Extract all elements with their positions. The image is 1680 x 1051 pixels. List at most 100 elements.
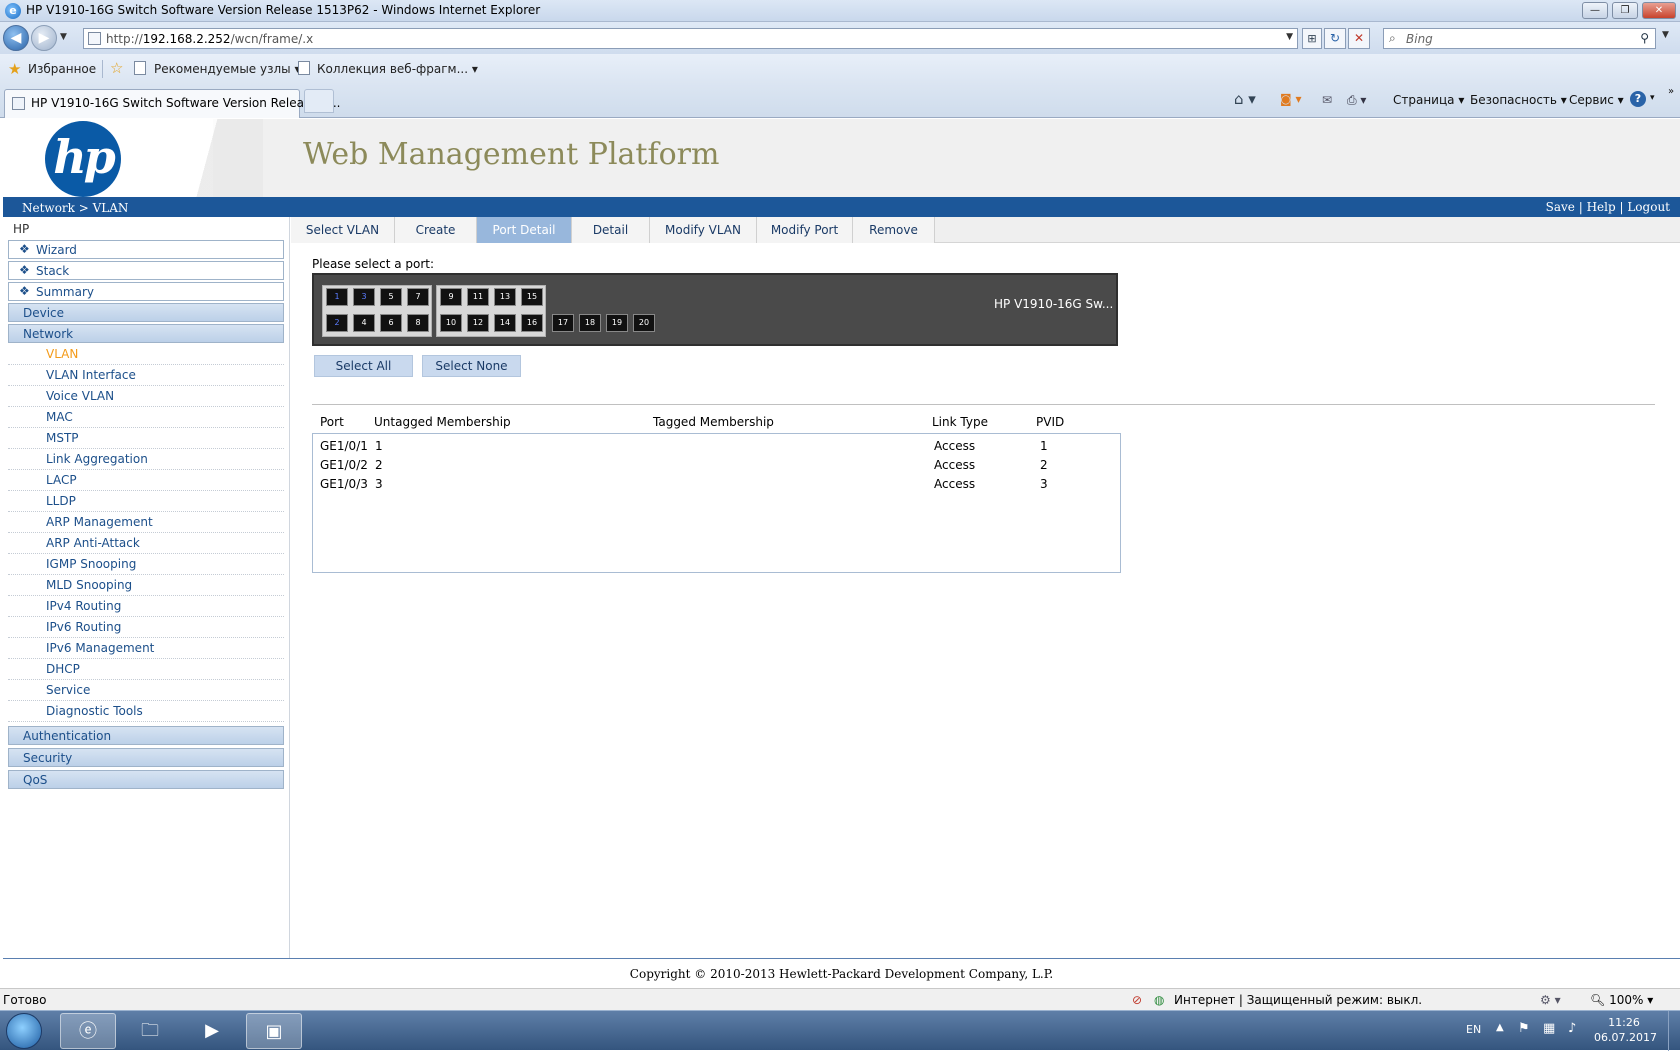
sidebar-item-stack[interactable]: ❖ Stack	[8, 261, 284, 280]
sidebar-item-lldp[interactable]: LLDP	[8, 491, 284, 512]
sidebar-item-lacp[interactable]: LACP	[8, 470, 284, 491]
page-menu[interactable]: Страница ▾	[1393, 93, 1464, 107]
sidebar-item-summary[interactable]: ❖ Summary	[8, 282, 284, 301]
sidebar-category-device[interactable]: Device	[8, 303, 284, 322]
taskbar-media-icon[interactable]: ▶	[184, 1013, 240, 1049]
compatibility-icon[interactable]: ⊞	[1302, 28, 1322, 49]
search-icon[interactable]: ⚲	[1640, 31, 1649, 45]
action-center-icon[interactable]: ⚑	[1518, 1021, 1530, 1036]
mail-icon[interactable]: ✉	[1322, 93, 1332, 107]
port-button[interactable]: 15	[521, 288, 543, 306]
tools-menu[interactable]: Сервис ▾	[1569, 93, 1624, 107]
chevron-icon[interactable]: »	[1668, 86, 1674, 97]
search-options-icon[interactable]: ▼	[1662, 30, 1669, 40]
port-button[interactable]: 8	[407, 314, 429, 332]
add-favorites-icon[interactable]: ☆	[110, 59, 123, 77]
select-all-button[interactable]: Select All	[314, 355, 413, 377]
fav-link-gallery[interactable]: Коллекция веб-фрагм... ▾	[317, 62, 478, 76]
network-icon[interactable]: ▦	[1543, 1021, 1555, 1036]
security-zone[interactable]: Интернет | Защищенный режим: выкл.	[1174, 993, 1422, 1007]
sidebar-category-network[interactable]: Network	[8, 324, 284, 343]
taskbar-app-icon[interactable]: ▣	[246, 1013, 302, 1049]
port-button[interactable]: 13	[494, 288, 516, 306]
sidebar-item-ipv4-routing[interactable]: IPv4 Routing	[8, 596, 284, 617]
port-button[interactable]: 7	[407, 288, 429, 306]
sidebar-item-igmp-snooping[interactable]: IGMP Snooping	[8, 554, 284, 575]
sidebar-item-ipv6-routing[interactable]: IPv6 Routing	[8, 617, 284, 638]
port-button[interactable]: 1	[326, 288, 348, 306]
status-tools-icon[interactable]: ⚙ ▾	[1540, 993, 1561, 1007]
tab-modify-vlan[interactable]: Modify VLAN	[650, 217, 757, 243]
tab-modify-port[interactable]: Modify Port	[757, 217, 853, 243]
refresh-icon[interactable]: ↻	[1324, 28, 1346, 49]
sidebar-item-dhcp[interactable]: DHCP	[8, 659, 284, 680]
sidebar-item-mac[interactable]: MAC	[8, 407, 284, 428]
sidebar-item-arp-anti-attack[interactable]: ARP Anti-Attack	[8, 533, 284, 554]
show-desktop-button[interactable]	[1668, 1011, 1680, 1051]
address-dropdown-icon[interactable]: ▼	[1286, 32, 1293, 42]
sidebar-item-mstp[interactable]: MSTP	[8, 428, 284, 449]
sidebar-item-voice-vlan[interactable]: Voice VLAN	[8, 386, 284, 407]
home-icon[interactable]: ⌂ ▾	[1234, 90, 1256, 108]
language-indicator[interactable]: EN	[1466, 1023, 1481, 1036]
close-button[interactable]: ✕	[1642, 2, 1676, 19]
port-button[interactable]: 5	[380, 288, 402, 306]
sidebar-item-vlan[interactable]: VLAN	[8, 344, 284, 365]
security-menu[interactable]: Безопасность ▾	[1470, 93, 1567, 107]
port-button[interactable]: 4	[353, 314, 375, 332]
port-button[interactable]: 12	[467, 314, 489, 332]
zoom-control[interactable]: 🔍︎ 100% ▾	[1590, 993, 1653, 1007]
start-button[interactable]	[6, 1013, 42, 1049]
sidebar-item-link-aggregation[interactable]: Link Aggregation	[8, 449, 284, 470]
popup-blocked-icon[interactable]: ⊘	[1132, 993, 1142, 1007]
sidebar-item-service[interactable]: Service	[8, 680, 284, 701]
back-button[interactable]: ◀	[3, 25, 29, 51]
help-icon[interactable]: ?	[1630, 91, 1646, 107]
sidebar-category-authentication[interactable]: Authentication	[8, 726, 284, 745]
address-bar[interactable]: http://192.168.2.252/wcn/frame/.x ▼	[83, 28, 1298, 49]
port-button[interactable]: 14	[494, 314, 516, 332]
port-button[interactable]: 3	[353, 288, 375, 306]
print-icon[interactable]: ⎙ ▾	[1347, 93, 1366, 108]
select-none-button[interactable]: Select None	[422, 355, 521, 377]
tab-port-detail[interactable]: Port Detail	[477, 217, 572, 243]
minimize-button[interactable]: —	[1582, 2, 1608, 19]
tab-create[interactable]: Create	[395, 217, 477, 243]
tab-remove[interactable]: Remove	[853, 217, 935, 243]
maximize-button[interactable]: ❐	[1612, 2, 1638, 19]
sidebar-category-security[interactable]: Security	[8, 748, 284, 767]
sidebar-item-arp-management[interactable]: ARP Management	[8, 512, 284, 533]
help-dropdown-icon[interactable]: ▾	[1650, 93, 1655, 103]
port-button[interactable]: 10	[440, 314, 462, 332]
taskbar-ie-icon[interactable]: ⓔ	[60, 1013, 116, 1049]
taskbar-explorer-icon[interactable]: 🗀	[122, 1013, 178, 1049]
tab-select-vlan[interactable]: Select VLAN	[291, 217, 395, 243]
port-button[interactable]: 2	[326, 314, 348, 332]
sidebar-item-ipv6-management[interactable]: IPv6 Management	[8, 638, 284, 659]
sidebar-item-diagnostic-tools[interactable]: Diagnostic Tools	[8, 701, 284, 722]
header-links[interactable]: Save | Help | Logout	[1546, 200, 1670, 214]
volume-icon[interactable]: ♪	[1568, 1021, 1576, 1036]
recent-pages-icon[interactable]: ▼	[60, 32, 67, 42]
feeds-icon[interactable]: ◙ ▾	[1280, 92, 1301, 106]
favorites-button[interactable]: Избранное	[28, 62, 96, 76]
forward-button[interactable]: ▶	[31, 25, 57, 51]
port-button[interactable]: 9	[440, 288, 462, 306]
clock[interactable]: 11:26 06.07.2017	[1594, 1015, 1657, 1045]
port-button-sfp[interactable]: 20	[633, 314, 655, 332]
sidebar-item-vlan-interface[interactable]: VLAN Interface	[8, 365, 284, 386]
sidebar-category-qos[interactable]: QoS	[8, 770, 284, 789]
fav-link-suggested[interactable]: Рекомендуемые узлы ▾	[154, 62, 300, 76]
port-button-sfp[interactable]: 18	[579, 314, 601, 332]
sidebar-item-mld-snooping[interactable]: MLD Snooping	[8, 575, 284, 596]
search-box[interactable]: ⌕ Bing ⚲	[1383, 28, 1656, 49]
tab-detail[interactable]: Detail	[572, 217, 650, 243]
port-button-sfp[interactable]: 17	[552, 314, 574, 332]
tray-expand-icon[interactable]: ▲	[1496, 1022, 1504, 1033]
stop-icon[interactable]: ✕	[1348, 28, 1370, 49]
port-button-sfp[interactable]: 19	[606, 314, 628, 332]
sidebar-item-wizard[interactable]: ❖ Wizard	[8, 240, 284, 259]
port-button[interactable]: 11	[467, 288, 489, 306]
port-button[interactable]: 6	[380, 314, 402, 332]
sidebar-root[interactable]: HP	[13, 222, 29, 236]
